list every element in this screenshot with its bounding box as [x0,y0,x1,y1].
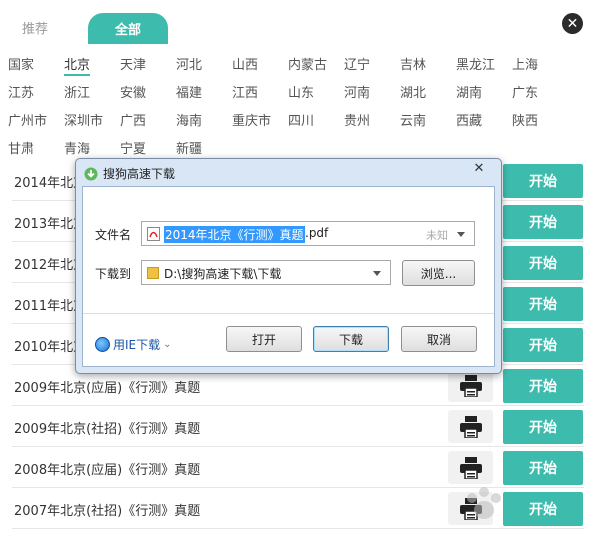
start-button[interactable]: 开始 [503,287,583,321]
region-item[interactable]: 湖南 [456,82,482,101]
list-item: 2009年北京(社招)《行测》真题 开始 [12,406,584,447]
region-item[interactable]: 西藏 [456,110,482,129]
browse-button[interactable]: 浏览... [402,260,475,286]
saveto-label: 下载到 [95,267,132,281]
region-item[interactable]: 宁夏 [120,138,146,157]
region-item[interactable]: 云南 [400,110,426,129]
list-item: 2007年北京(社招)《行测》真题 开始 [12,488,584,529]
region-item[interactable]: 北京 [64,54,91,76]
region-item[interactable]: 辽宁 [344,54,370,73]
region-item[interactable]: 湖北 [400,82,426,101]
start-button[interactable]: 开始 [503,451,583,485]
filename-selected-text: 2014年北京《行测》真题 [164,226,305,243]
region-item[interactable]: 河南 [344,82,370,101]
cancel-button[interactable]: 取消 [401,326,477,352]
tab-bar: 推荐 全部 ✕ [0,0,594,48]
ie-icon [95,337,110,352]
region-item[interactable]: 贵州 [344,110,370,129]
open-button[interactable]: 打开 [226,326,302,352]
download-dialog: 搜狗高速下载 ✕ 文件名 2014年北京《行测》真题 .pdf 未知 下载到 D… [75,158,502,374]
start-button[interactable]: 开始 [503,164,583,198]
chevron-double-down-icon: ⌄ [163,339,172,350]
filename-input[interactable]: 2014年北京《行测》真题 .pdf 未知 [141,221,475,246]
region-item[interactable]: 浙江 [64,82,90,101]
region-item[interactable]: 四川 [288,110,314,129]
print-button[interactable] [448,492,493,525]
list-item: 2008年北京(应届)《行测》真题 开始 [12,447,584,488]
region-item[interactable]: 海南 [176,110,202,129]
printer-icon [459,497,482,520]
download-arrow-icon [84,167,98,180]
print-button[interactable] [448,451,493,484]
region-item[interactable]: 深圳市 [64,110,103,129]
start-button[interactable]: 开始 [503,369,583,403]
region-item[interactable]: 陕西 [512,110,538,129]
start-button[interactable]: 开始 [503,205,583,239]
pdf-icon [147,227,160,241]
region-item[interactable]: 广西 [120,110,146,129]
region-item[interactable]: 安徽 [120,82,146,101]
dialog-body: 文件名 2014年北京《行测》真题 .pdf 未知 下载到 D:\搜狗高速下载\… [82,186,495,367]
start-button[interactable]: 开始 [503,246,583,280]
region-item[interactable]: 福建 [176,82,202,101]
tab-all[interactable]: 全部 [88,13,168,44]
region-item[interactable]: 山东 [288,82,314,101]
printer-icon [459,456,482,479]
region-item[interactable]: 国家 [8,54,34,73]
region-item[interactable]: 重庆市 [232,110,271,129]
region-item[interactable]: 新疆 [176,138,202,157]
dialog-title-bar: 搜狗高速下载 [84,165,175,182]
region-item[interactable]: 山西 [232,54,258,73]
region-item[interactable]: 内蒙古 [288,54,327,73]
chevron-down-icon[interactable] [457,232,465,237]
chevron-down-icon[interactable] [373,271,381,276]
region-item[interactable]: 广州市 [8,110,47,129]
dialog-title: 搜狗高速下载 [103,167,176,181]
exam-title[interactable]: 2007年北京(社招)《行测》真题 [14,500,200,519]
folder-icon [147,267,159,279]
filename-label: 文件名 [95,228,132,242]
region-item[interactable]: 上海 [512,54,538,73]
region-item[interactable]: 黑龙江 [456,54,495,73]
printer-icon [459,415,482,438]
ie-download-link[interactable]: 用IE下载 ⌄ [95,336,172,353]
start-button[interactable]: 开始 [503,492,583,526]
download-button[interactable]: 下载 [313,326,389,352]
region-item[interactable]: 青海 [64,138,90,157]
tab-recommended[interactable]: 推荐 [22,18,48,37]
dialog-divider [83,313,494,314]
save-path-select[interactable]: D:\搜狗高速下载\下载 [141,260,391,285]
region-item[interactable]: 河北 [176,54,202,73]
file-size-unknown: 未知 [426,229,448,242]
region-item[interactable]: 甘肃 [8,138,34,157]
region-item[interactable]: 天津 [120,54,146,73]
print-button[interactable] [448,410,493,443]
exam-title[interactable]: 2008年北京(应届)《行测》真题 [14,459,200,478]
save-path-text: D:\搜狗高速下载\下载 [164,267,282,281]
printer-icon [459,374,482,397]
start-button[interactable]: 开始 [503,410,583,444]
region-item[interactable]: 广东 [512,82,538,101]
filename-extension: .pdf [305,226,329,240]
exam-title[interactable]: 2009年北京(社招)《行测》真题 [14,418,200,437]
exam-title[interactable]: 2009年北京(应届)《行测》真题 [14,377,200,396]
start-button[interactable]: 开始 [503,328,583,362]
ie-download-label: 用IE下载 [113,338,161,352]
close-icon[interactable]: ✕ [562,13,583,34]
dialog-close-icon[interactable]: ✕ [468,161,490,177]
region-item[interactable]: 江苏 [8,82,34,101]
region-item[interactable]: 吉林 [400,54,426,73]
region-item[interactable]: 江西 [232,82,258,101]
